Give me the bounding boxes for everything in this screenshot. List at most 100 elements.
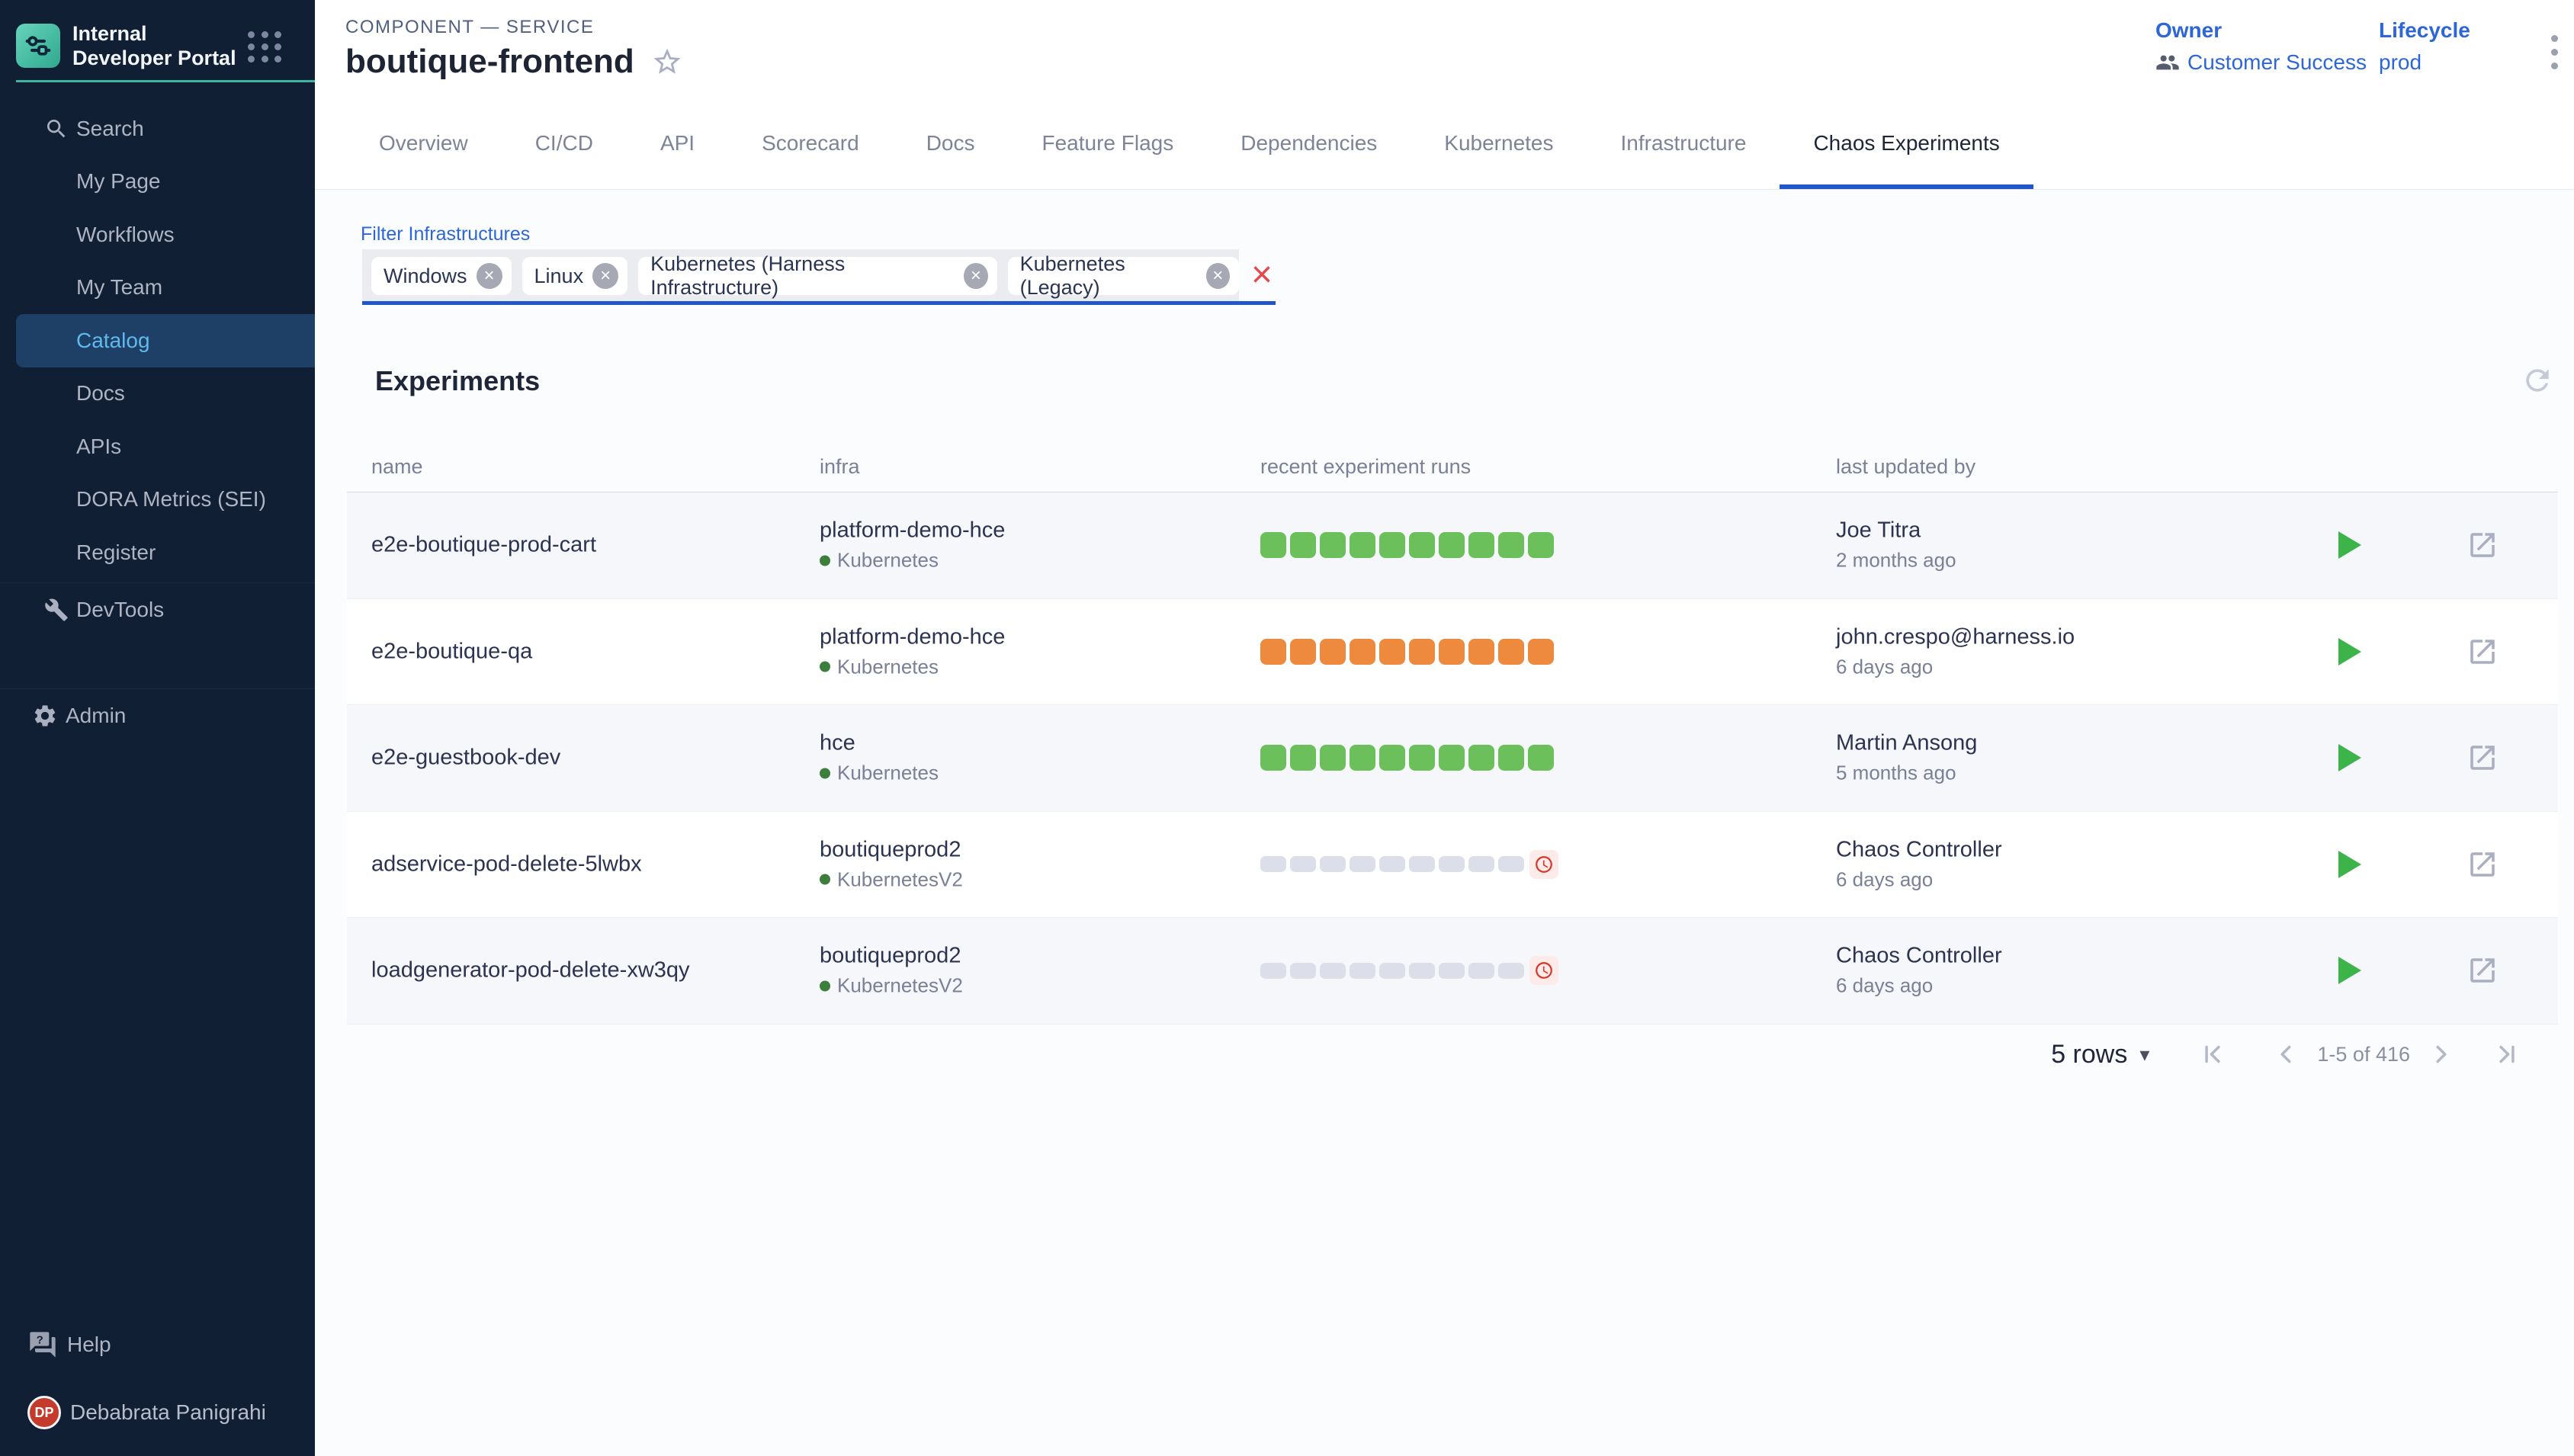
table-row[interactable]: adservice-pod-delete-5lwbx boutiqueprod2…: [347, 812, 2558, 919]
run-experiment-button[interactable]: [2338, 957, 2361, 984]
run-status-square[interactable]: [1439, 856, 1465, 872]
open-in-new-icon[interactable]: [2466, 529, 2499, 561]
chip-close-icon[interactable]: ×: [1206, 263, 1230, 289]
sidebar-item-docs[interactable]: Docs: [0, 367, 315, 421]
tab-infrastructure[interactable]: Infrastructure: [1587, 98, 1780, 189]
next-page-icon[interactable]: [2427, 1040, 2456, 1069]
run-status-square[interactable]: [1409, 856, 1435, 872]
run-status-square[interactable]: [1260, 532, 1286, 558]
run-status-square[interactable]: [1290, 532, 1316, 558]
tab-scorecard[interactable]: Scorecard: [728, 98, 893, 189]
previous-page-icon[interactable]: [2271, 1040, 2300, 1069]
run-status-square[interactable]: [1439, 745, 1465, 771]
run-status-square[interactable]: [1528, 532, 1554, 558]
run-status-square[interactable]: [1439, 963, 1465, 979]
run-experiment-button[interactable]: [2338, 638, 2361, 665]
table-row[interactable]: loadgenerator-pod-delete-xw3qy boutiquep…: [347, 918, 2558, 1025]
run-timeout-tile[interactable]: [1529, 850, 1558, 879]
run-status-square[interactable]: [1320, 856, 1346, 872]
sidebar-item-register[interactable]: Register: [0, 526, 315, 579]
run-status-square[interactable]: [1290, 745, 1316, 771]
table-row[interactable]: e2e-boutique-prod-cart platform-demo-hce…: [347, 492, 2558, 599]
tab-api[interactable]: API: [627, 98, 728, 189]
app-logo[interactable]: Internal Developer Portal: [16, 21, 248, 70]
tab-docs[interactable]: Docs: [893, 98, 1009, 189]
run-status-square[interactable]: [1320, 963, 1346, 979]
run-status-square[interactable]: [1498, 856, 1524, 872]
sidebar-item-search[interactable]: Search: [0, 102, 315, 156]
tab-chaos-experiments[interactable]: Chaos Experiments: [1780, 98, 2033, 189]
rows-per-page-select[interactable]: 5 rows ▾: [2051, 1040, 2149, 1070]
kebab-menu-icon[interactable]: [2539, 29, 2569, 75]
run-status-square[interactable]: [1379, 532, 1405, 558]
run-status-square[interactable]: [1290, 639, 1316, 665]
chip-close-icon[interactable]: ×: [592, 263, 618, 289]
tab-dependencies[interactable]: Dependencies: [1207, 98, 1411, 189]
run-status-square[interactable]: [1439, 532, 1465, 558]
run-experiment-button[interactable]: [2338, 744, 2361, 771]
run-status-square[interactable]: [1260, 856, 1286, 872]
run-status-square[interactable]: [1350, 745, 1375, 771]
run-status-square[interactable]: [1290, 856, 1316, 872]
sidebar-item-dora-metrics[interactable]: DORA Metrics (SEI): [0, 473, 315, 527]
open-in-new-icon[interactable]: [2466, 954, 2499, 986]
infra-filter-input[interactable]: Windows× Linux× Kubernetes (Harness Infr…: [362, 249, 1239, 303]
run-status-square[interactable]: [1498, 532, 1524, 558]
owner-value[interactable]: Customer Success: [2155, 50, 2367, 75]
run-status-square[interactable]: [1350, 532, 1375, 558]
run-timeout-tile[interactable]: [1529, 956, 1558, 985]
run-status-square[interactable]: [1409, 532, 1435, 558]
open-in-new-icon[interactable]: [2466, 848, 2499, 880]
run-status-square[interactable]: [1260, 745, 1286, 771]
sidebar-item-apis[interactable]: APIs: [0, 420, 315, 473]
run-status-square[interactable]: [1528, 745, 1554, 771]
run-status-square[interactable]: [1379, 639, 1405, 665]
tab-cicd[interactable]: CI/CD: [502, 98, 627, 189]
chip-close-icon[interactable]: ×: [964, 263, 988, 289]
run-status-square[interactable]: [1498, 745, 1524, 771]
run-status-square[interactable]: [1468, 856, 1494, 872]
open-in-new-icon[interactable]: [2466, 742, 2499, 774]
run-status-square[interactable]: [1409, 639, 1435, 665]
sidebar-item-my-team[interactable]: My Team: [0, 261, 315, 315]
run-status-square[interactable]: [1260, 639, 1286, 665]
run-status-square[interactable]: [1409, 745, 1435, 771]
run-status-square[interactable]: [1320, 532, 1346, 558]
run-status-square[interactable]: [1468, 639, 1494, 665]
run-status-square[interactable]: [1379, 963, 1405, 979]
run-status-square[interactable]: [1350, 639, 1375, 665]
chip-close-icon[interactable]: ×: [477, 263, 502, 289]
tab-feature-flags[interactable]: Feature Flags: [1009, 98, 1208, 189]
run-status-square[interactable]: [1350, 856, 1375, 872]
run-status-square[interactable]: [1320, 639, 1346, 665]
run-status-square[interactable]: [1498, 963, 1524, 979]
tab-overview[interactable]: Overview: [345, 98, 502, 189]
sidebar-item-workflows[interactable]: Workflows: [0, 208, 315, 261]
first-page-icon[interactable]: [2198, 1040, 2227, 1069]
sidebar-item-devtools[interactable]: DevTools: [0, 583, 315, 637]
run-status-square[interactable]: [1379, 856, 1405, 872]
filter-infrastructures-link[interactable]: Filter Infrastructures: [361, 223, 530, 245]
run-status-square[interactable]: [1498, 639, 1524, 665]
sidebar-user[interactable]: DP Debabrata Panigrahi: [0, 1386, 315, 1439]
refresh-icon[interactable]: [2521, 364, 2554, 397]
sidebar-item-my-page[interactable]: My Page: [0, 156, 315, 209]
run-status-square[interactable]: [1379, 745, 1405, 771]
run-status-square[interactable]: [1260, 963, 1286, 979]
run-status-square[interactable]: [1439, 639, 1465, 665]
apps-grid-icon[interactable]: [248, 31, 283, 57]
run-status-square[interactable]: [1409, 963, 1435, 979]
table-row[interactable]: e2e-guestbook-dev hce Kubernetes Martin …: [347, 705, 2558, 812]
run-experiment-button[interactable]: [2338, 531, 2361, 559]
sidebar-item-catalog[interactable]: Catalog: [16, 314, 315, 367]
favorite-star-icon[interactable]: [651, 46, 683, 78]
run-status-square[interactable]: [1320, 745, 1346, 771]
run-status-square[interactable]: [1350, 963, 1375, 979]
last-page-icon[interactable]: [2492, 1040, 2521, 1069]
open-in-new-icon[interactable]: [2466, 636, 2499, 668]
clear-filters-icon[interactable]: ×: [1251, 252, 1273, 298]
run-status-square[interactable]: [1468, 532, 1494, 558]
sidebar-item-help[interactable]: ? Help: [0, 1318, 315, 1371]
tab-kubernetes[interactable]: Kubernetes: [1411, 98, 1587, 189]
table-row[interactable]: e2e-boutique-qa platform-demo-hce Kubern…: [347, 599, 2558, 706]
